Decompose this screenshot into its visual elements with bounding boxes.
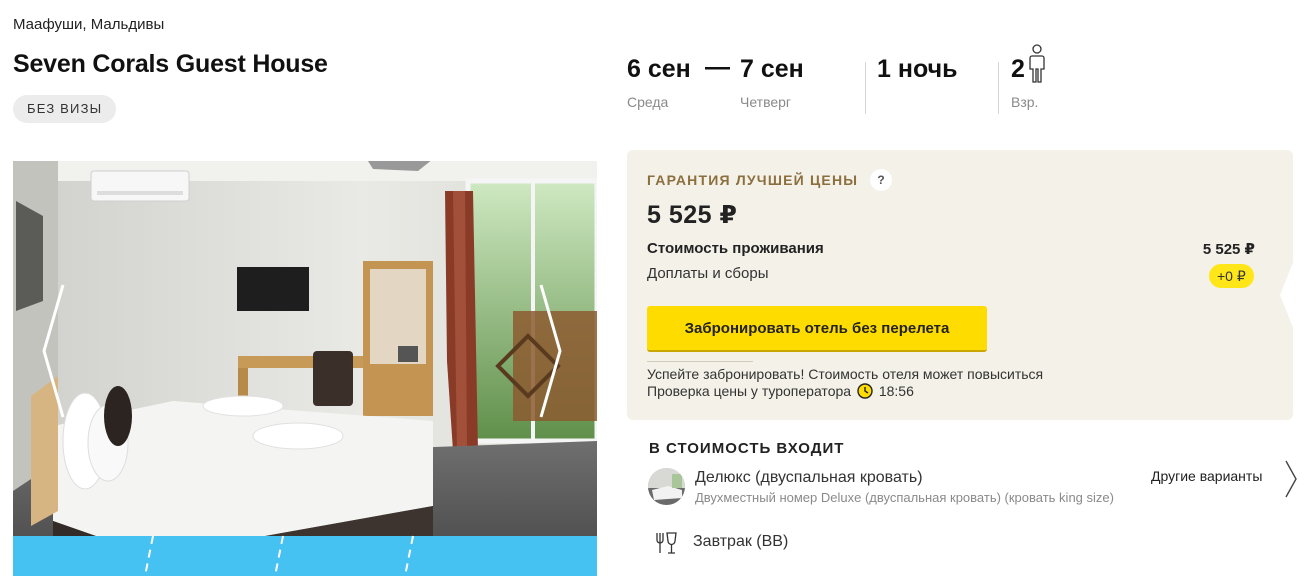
total-price: 5 525 ₽ — [647, 201, 738, 229]
hotel-photo[interactable] — [13, 161, 597, 576]
question-mark-icon[interactable]: ? — [870, 169, 892, 191]
check-out-date[interactable]: 7 сен Четверг — [740, 55, 804, 110]
check-out-weekday: Четверг — [740, 94, 792, 110]
nights-value: 1 ночь — [877, 55, 958, 83]
location: Маафуши, Мальдивы — [13, 16, 165, 33]
room-name: Делюкс (двуспальная кровать) — [695, 469, 923, 486]
fork-and-glass-icon — [656, 532, 677, 554]
fees-value: +0 ₽ — [1209, 264, 1254, 288]
urgency-text: Успейте забронировать! Стоимость отеля м… — [647, 366, 1044, 382]
check-in-value: 6 сен — [627, 55, 691, 83]
visa-badge: БЕЗ ВИЗЫ — [13, 95, 117, 123]
divider — [865, 62, 866, 114]
meal-plan: Завтрак (BB) — [693, 533, 789, 550]
hotel-name: Seven Corals Guest House — [13, 50, 328, 78]
book-hotel-button[interactable]: Забронировать отель без перелета — [647, 306, 987, 352]
price-check-time: 18:56 — [878, 383, 914, 399]
fees-label: Доплаты и сборы — [647, 265, 769, 282]
chevron-left-icon[interactable] — [41, 281, 67, 421]
check-in-date[interactable]: 6 сен Среда — [627, 55, 691, 110]
divider — [998, 62, 999, 114]
person-icon — [1029, 44, 1045, 83]
included-title: В СТОИМОСТЬ ВХОДИТ — [649, 440, 845, 457]
check-in-weekday: Среда — [627, 94, 669, 110]
clock-icon — [857, 383, 873, 399]
room-thumbnail — [648, 468, 685, 505]
chevron-right-icon[interactable] — [537, 281, 563, 421]
price-card: ГАРАНТИЯ ЛУЧШЕЙ ЦЕНЫ ? 5 525 ₽ Стоимость… — [627, 150, 1294, 420]
other-options-link[interactable]: Другие варианты — [1151, 468, 1262, 484]
stay-cost-value: 5 525 ₽ — [1202, 241, 1255, 258]
price-check-text: Проверка цены у туроператора — [647, 383, 852, 399]
price-check-line: Проверка цены у туроператора 18:56 — [647, 383, 914, 399]
date-separator: — — [705, 53, 730, 81]
divider — [647, 361, 753, 362]
stay-cost-label: Стоимость проживания — [647, 240, 824, 257]
card-notch — [1280, 260, 1294, 330]
room-description: Двухместный номер Deluxe (двуспальная кр… — [695, 490, 1114, 505]
best-price-guarantee: ГАРАНТИЯ ЛУЧШЕЙ ЦЕНЫ — [647, 172, 859, 188]
check-out-value: 7 сен — [740, 55, 804, 83]
guests-label: Взр. — [1011, 94, 1039, 110]
chevron-right-icon[interactable] — [1284, 459, 1298, 499]
nights-selector[interactable]: 1 ночь — [877, 55, 957, 84]
